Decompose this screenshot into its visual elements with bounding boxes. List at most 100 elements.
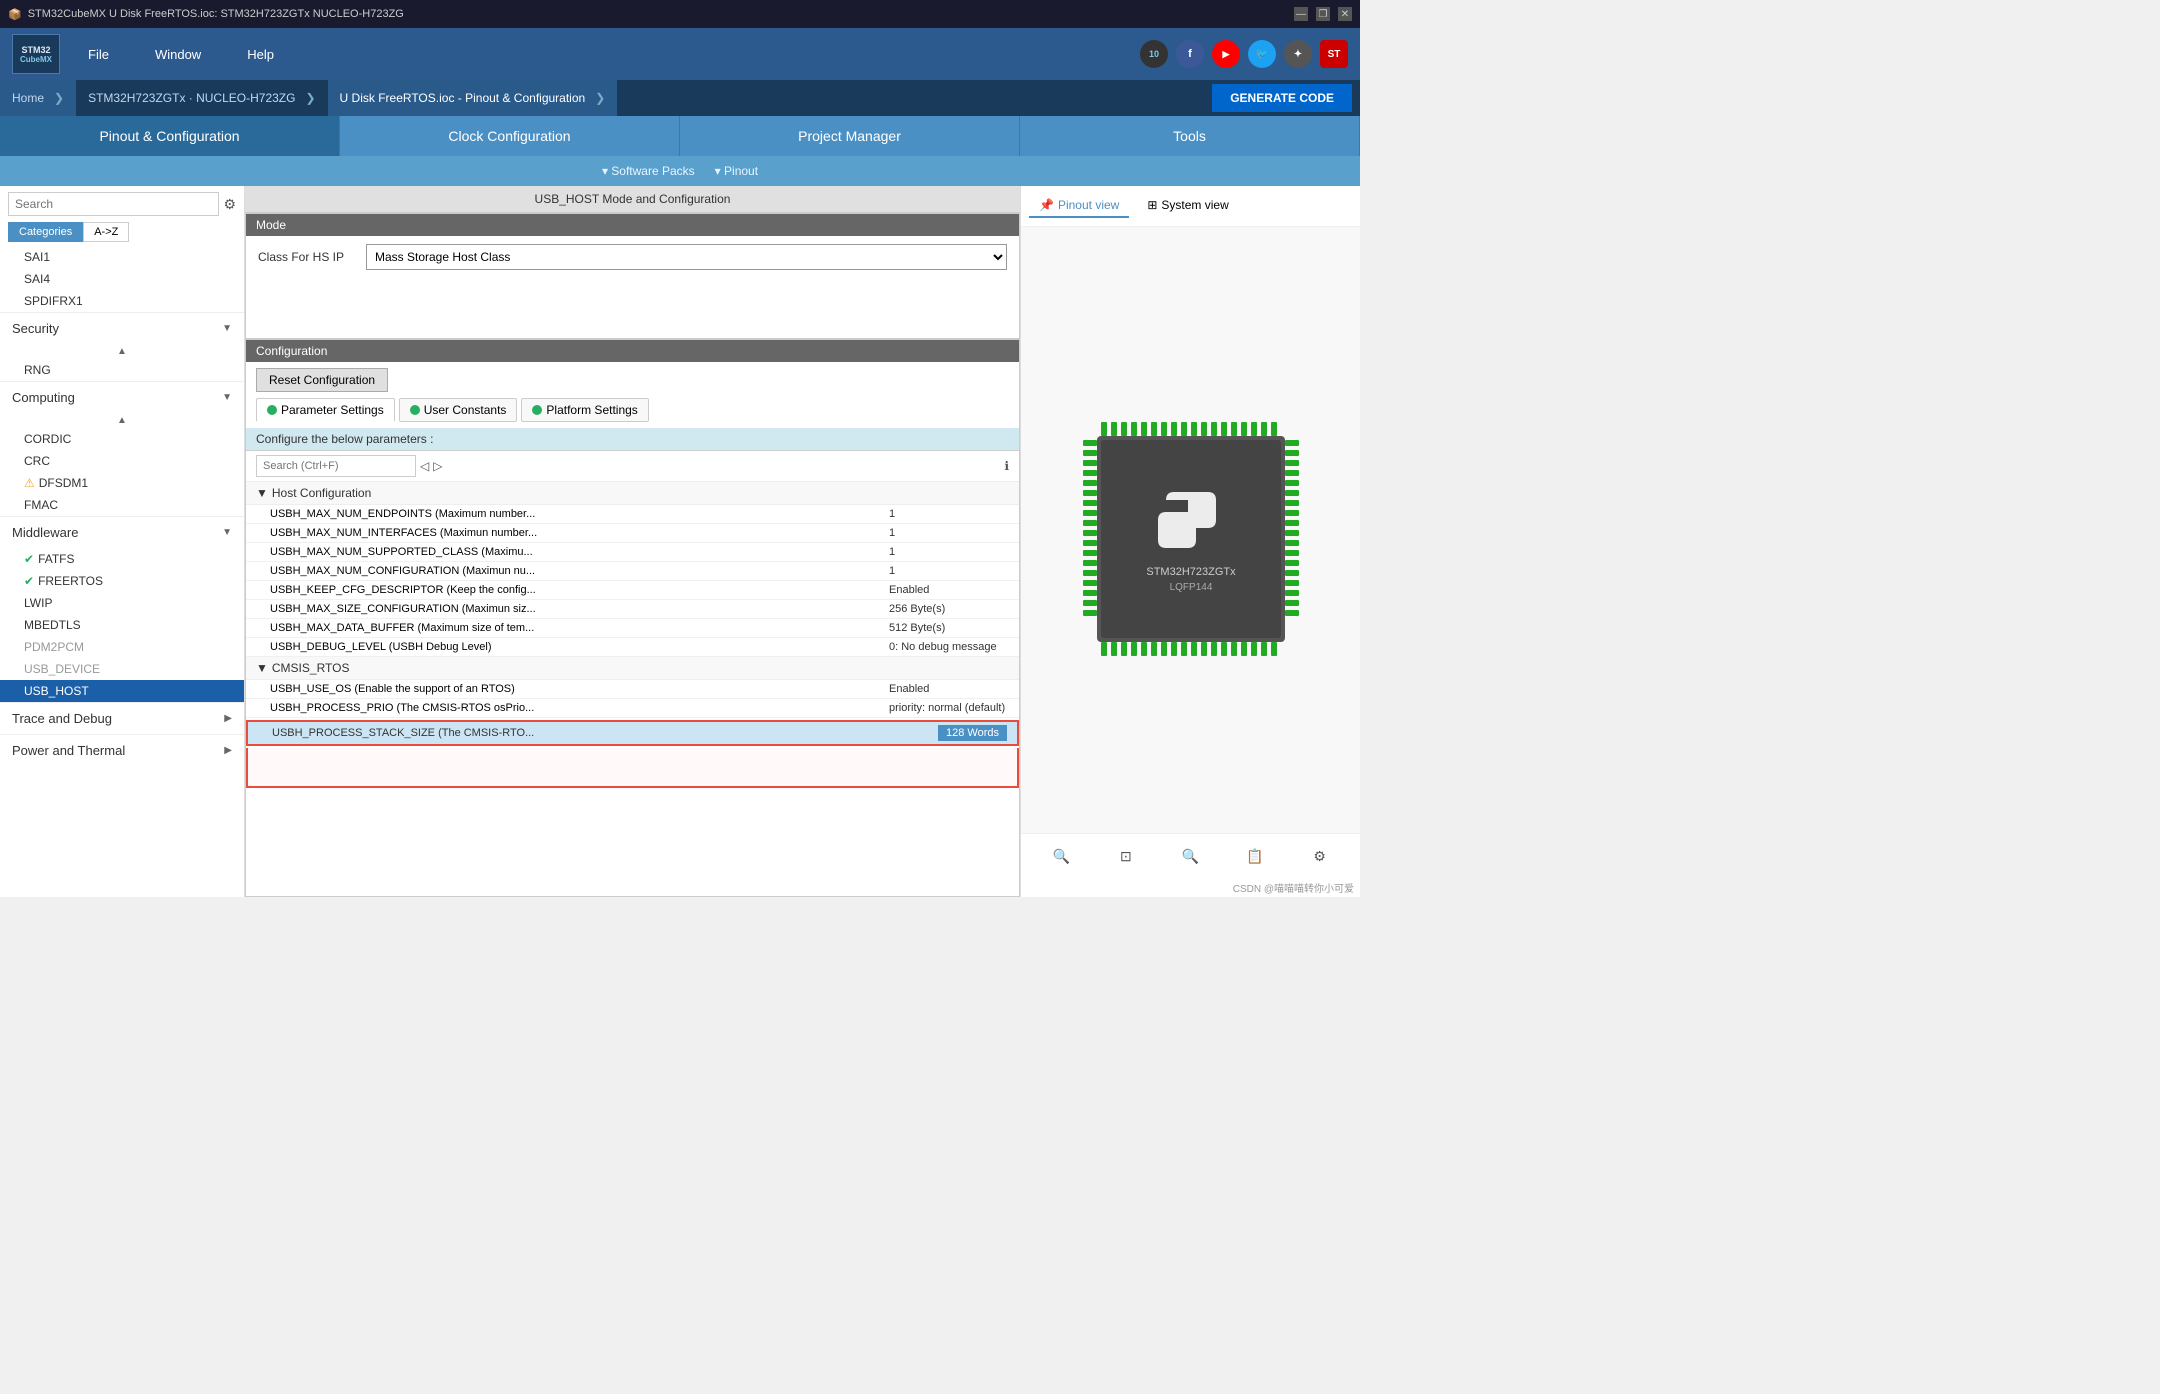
tab-clock[interactable]: Clock Configuration xyxy=(340,116,680,156)
main-tabs: Pinout & Configuration Clock Configurati… xyxy=(0,116,1360,156)
title-bar-icon: 📦 xyxy=(8,8,22,21)
sidebar-search-area: ⚙ xyxy=(0,186,244,222)
info-icon[interactable]: ℹ xyxy=(1004,459,1009,473)
tree-item-supported-class[interactable]: USBH_MAX_NUM_SUPPORTED_CLASS (Maximu... … xyxy=(246,543,1019,562)
social-icon-youtube[interactable]: ▶ xyxy=(1212,40,1240,68)
tree-item-keep-cfg[interactable]: USBH_KEEP_CFG_DESCRIPTOR (Keep the confi… xyxy=(246,581,1019,600)
scroll-up-arrow[interactable]: ▲ xyxy=(0,344,244,359)
search-input[interactable] xyxy=(8,192,219,216)
param-value-debug-level: 0: No debug message xyxy=(889,641,1009,653)
sidebar-security-header[interactable]: Security ▼ xyxy=(0,313,244,344)
sidebar-item-lwip[interactable]: LWIP xyxy=(0,592,244,614)
sidebar-item-usb-host[interactable]: USB_HOST xyxy=(0,680,244,702)
sidebar-item-usb-device[interactable]: USB_DEVICE xyxy=(0,658,244,680)
mode-row: Class For HS IP Mass Storage Host Class xyxy=(246,236,1019,278)
bottom-icons: 🔍 ⊡ 🔍 📋 ⚙ xyxy=(1021,833,1360,878)
params-search-input[interactable] xyxy=(256,455,416,477)
sidebar-middleware-header[interactable]: Middleware ▼ xyxy=(0,517,244,548)
tree-item-interfaces[interactable]: USBH_MAX_NUM_INTERFACES (Maximun number.… xyxy=(246,524,1019,543)
window-title: STM32CubeMX U Disk FreeRTOS.ioc: STM32H7… xyxy=(28,8,404,20)
generate-code-button[interactable]: GENERATE CODE xyxy=(1212,84,1352,112)
prev-icon[interactable]: ◁ xyxy=(420,459,429,473)
param-value-process-prio: priority: normal (default) xyxy=(889,702,1009,714)
sidebar-item-sai4[interactable]: SAI4 xyxy=(0,268,244,290)
tab-tools[interactable]: Tools xyxy=(1020,116,1360,156)
tree-item-endpoints[interactable]: USBH_MAX_NUM_ENDPOINTS (Maximum number..… xyxy=(246,505,1019,524)
tree-item-use-os[interactable]: USBH_USE_OS (Enable the support of an RT… xyxy=(246,680,1019,699)
tree-item-max-size-config[interactable]: USBH_MAX_SIZE_CONFIGURATION (Maximun siz… xyxy=(246,600,1019,619)
config-tab-params[interactable]: Parameter Settings xyxy=(256,398,395,422)
sidebar-item-spdifrx1[interactable]: SPDIFRX1 xyxy=(0,290,244,312)
tab-project[interactable]: Project Manager xyxy=(680,116,1020,156)
tree-item-stack-size[interactable]: USBH_PROCESS_STACK_SIZE (The CMSIS-RTO..… xyxy=(246,720,1019,746)
params-tree: ▼ Host Configuration USBH_MAX_NUM_ENDPOI… xyxy=(246,482,1019,896)
menu-bar-right: 10 f ▶ 🐦 ✦ ST xyxy=(1140,40,1348,68)
sidebar-power-label: Power and Thermal xyxy=(12,743,125,758)
sidebar-item-freertos[interactable]: ✔FREERTOS xyxy=(0,570,244,592)
sidebar-item-pdm2pcm[interactable]: PDM2PCM xyxy=(0,636,244,658)
tree-item-process-prio[interactable]: USBH_PROCESS_PRIO (The CMSIS-RTOS osPrio… xyxy=(246,699,1019,718)
host-config-header[interactable]: ▼ Host Configuration xyxy=(246,482,1019,505)
cmsis-rtos-header[interactable]: ▼ CMSIS_RTOS xyxy=(246,657,1019,680)
check-icon-freertos: ✔ xyxy=(24,574,34,588)
settings-icon[interactable]: ⚙ xyxy=(1306,842,1334,870)
sidebar-item-dfsdm1[interactable]: ⚠DFSDM1 xyxy=(0,472,244,494)
subtab-pinout[interactable]: ▾ Pinout xyxy=(715,164,758,178)
social-icon-facebook[interactable]: f xyxy=(1176,40,1204,68)
sidebar-item-fmac[interactable]: FMAC xyxy=(0,494,244,516)
constants-tab-dot xyxy=(410,405,420,415)
reset-config-button[interactable]: Reset Configuration xyxy=(256,368,388,392)
social-icon-twitter[interactable]: 🐦 xyxy=(1248,40,1276,68)
sidebar-item-crc[interactable]: CRC xyxy=(0,450,244,472)
sidebar-power-header[interactable]: Power and Thermal ▶ xyxy=(0,735,244,766)
param-name-interfaces: USBH_MAX_NUM_INTERFACES (Maximun number.… xyxy=(270,527,889,539)
sidebar-item-fatfs[interactable]: ✔FATFS xyxy=(0,548,244,570)
sidebar-item-sai1[interactable]: SAI1 xyxy=(0,246,244,268)
fit-screen-icon[interactable]: ⊡ xyxy=(1112,842,1140,870)
view-tab-system[interactable]: ⊞ System view xyxy=(1137,194,1238,218)
zoom-in-icon[interactable]: 🔍 xyxy=(1047,842,1075,870)
close-button[interactable]: ✕ xyxy=(1338,7,1352,21)
tree-item-configuration[interactable]: USBH_MAX_NUM_CONFIGURATION (Maximun nu..… xyxy=(246,562,1019,581)
social-icon-st[interactable]: ST xyxy=(1320,40,1348,68)
sidebar-tab-categories[interactable]: Categories xyxy=(8,222,83,242)
sidebar-item-mbedtls[interactable]: MBEDTLS xyxy=(0,614,244,636)
param-value-keep-cfg: Enabled xyxy=(889,584,1009,596)
class-select[interactable]: Mass Storage Host Class xyxy=(366,244,1007,270)
social-icon-1[interactable]: 10 xyxy=(1140,40,1168,68)
view-tabs: 📌 Pinout view ⊞ System view xyxy=(1021,186,1360,227)
zoom-out-icon[interactable]: 🔍 xyxy=(1176,842,1204,870)
computing-scroll-up[interactable]: ▲ xyxy=(0,413,244,428)
tree-item-data-buffer[interactable]: USBH_MAX_DATA_BUFFER (Maximum size of te… xyxy=(246,619,1019,638)
menu-help[interactable]: Help xyxy=(239,43,282,66)
menu-window[interactable]: Window xyxy=(147,43,209,66)
menu-file[interactable]: File xyxy=(80,43,117,66)
config-tab-platform[interactable]: Platform Settings xyxy=(521,398,648,422)
sidebar-section-trace: Trace and Debug ▶ xyxy=(0,702,244,734)
sidebar-computing-label: Computing xyxy=(12,390,75,405)
config-tab-constants[interactable]: User Constants xyxy=(399,398,518,422)
param-name-configuration: USBH_MAX_NUM_CONFIGURATION (Maximun nu..… xyxy=(270,565,889,577)
next-icon[interactable]: ▷ xyxy=(433,459,442,473)
social-icon-network[interactable]: ✦ xyxy=(1284,40,1312,68)
breadcrumb-home[interactable]: Home xyxy=(0,80,76,116)
param-name-keep-cfg: USBH_KEEP_CFG_DESCRIPTOR (Keep the confi… xyxy=(270,584,889,596)
sidebar-item-cordic[interactable]: CORDIC xyxy=(0,428,244,450)
sidebar-item-rng[interactable]: RNG xyxy=(0,359,244,381)
param-value-data-buffer: 512 Byte(s) xyxy=(889,622,1009,634)
tab-pinout[interactable]: Pinout & Configuration xyxy=(0,116,340,156)
sidebar-computing-header[interactable]: Computing ▼ xyxy=(0,382,244,413)
platform-tab-dot xyxy=(532,405,542,415)
tree-item-debug-level[interactable]: USBH_DEBUG_LEVEL (USBH Debug Level) 0: N… xyxy=(246,638,1019,657)
mode-section: Mode Class For HS IP Mass Storage Host C… xyxy=(245,213,1020,339)
export-icon[interactable]: 📋 xyxy=(1241,842,1269,870)
param-name-use-os: USBH_USE_OS (Enable the support of an RT… xyxy=(270,683,889,695)
breadcrumb-device[interactable]: STM32H723ZGTx · NUCLEO-H723ZG xyxy=(76,80,327,116)
view-tab-pinout[interactable]: 📌 Pinout view xyxy=(1029,194,1129,218)
sidebar-tab-az[interactable]: A->Z xyxy=(83,222,129,242)
minimize-button[interactable]: — xyxy=(1294,7,1308,21)
subtab-software-packs[interactable]: ▾ Software Packs xyxy=(602,164,695,178)
sidebar-trace-header[interactable]: Trace and Debug ▶ xyxy=(0,703,244,734)
maximize-button[interactable]: ❐ xyxy=(1316,7,1330,21)
gear-icon[interactable]: ⚙ xyxy=(223,196,236,213)
